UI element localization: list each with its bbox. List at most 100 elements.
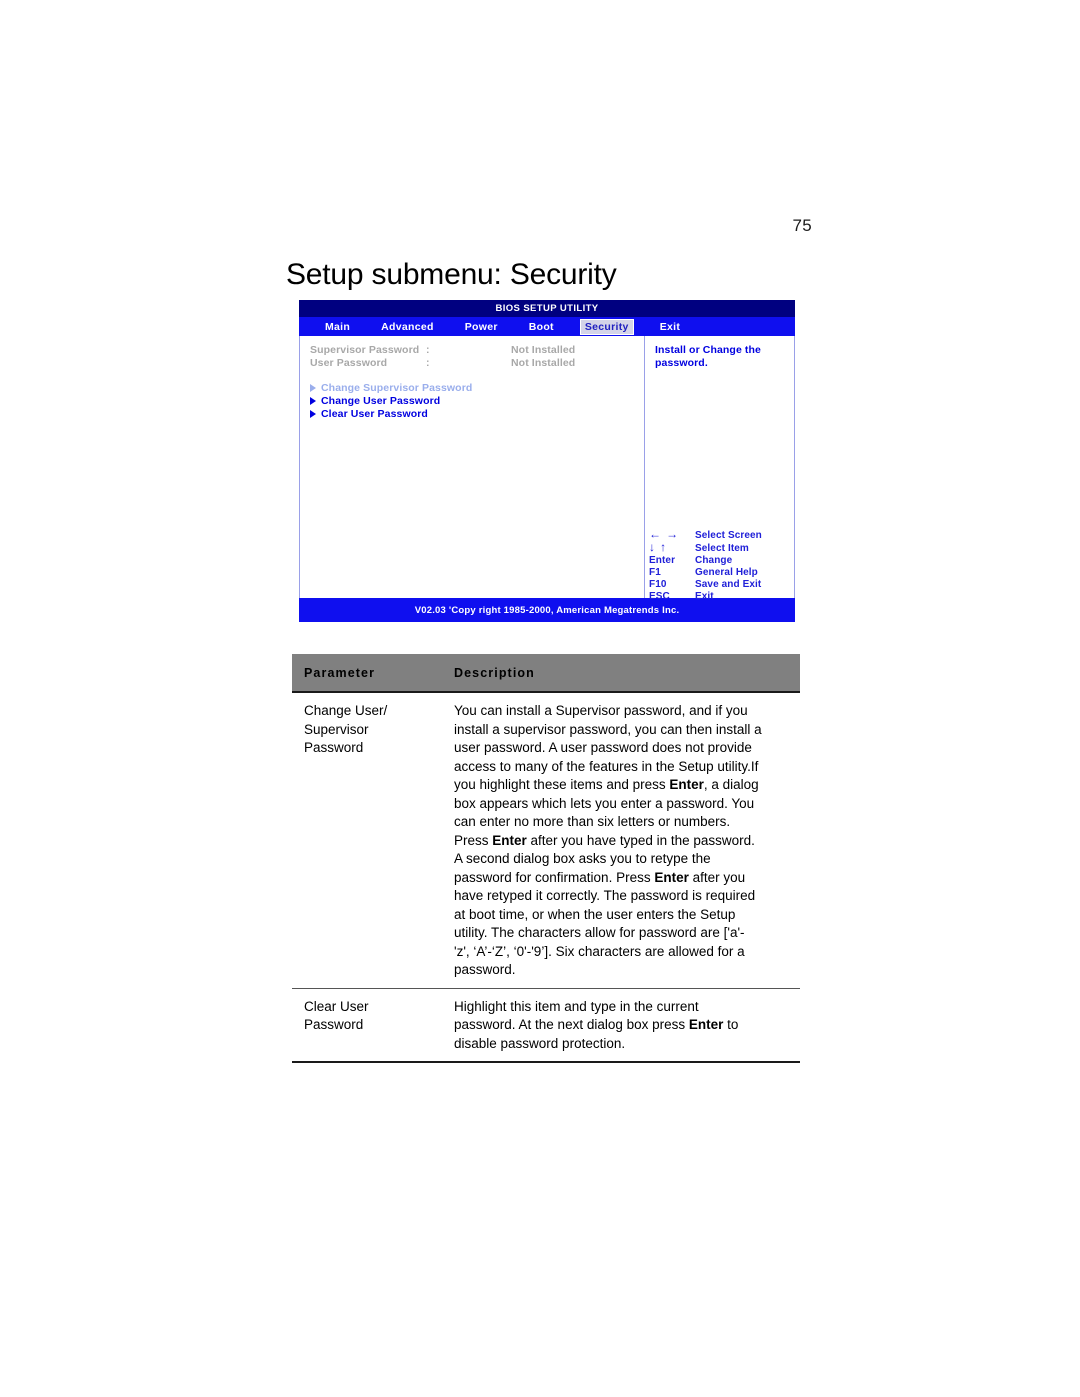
parameter-line: Password (304, 740, 364, 755)
bios-legend-row: F1 General Help (649, 567, 795, 579)
bios-status-row: User Password: Not Installed (310, 357, 644, 370)
bios-tab-boot[interactable]: Boot (525, 320, 558, 334)
table-cell-description: You can install a Supervisor password, a… (448, 702, 800, 980)
table-cell-parameter: Change User/Supervisor Password (292, 702, 448, 980)
description-line: A second dialog box asks you to retype t… (454, 850, 796, 869)
bios-menu-entry-label: Change User Password (321, 395, 441, 407)
description-text: access to many of the features in the Se… (454, 758, 759, 774)
bios-settings-panel: Supervisor Password: Not Installed User Pa… (300, 336, 644, 598)
bios-status-row: Supervisor Password: Not Installed (310, 344, 644, 357)
page-number: 75 (792, 216, 812, 235)
description-text: , a dialog (703, 777, 759, 792)
description-line: disable password protection. (454, 1035, 796, 1054)
bios-tab-main[interactable]: Main (321, 320, 354, 334)
description-text: Press (454, 832, 493, 848)
description-line: at boot time, or when the user enters th… (454, 906, 796, 925)
triangle-right-icon (310, 410, 316, 418)
bios-help-line-1: Install or Change the (655, 344, 761, 356)
description-text: 'z', ‘A’-‘Z’, ‘0'-'9’]. Six characters a… (454, 943, 745, 959)
description-line: password. (454, 961, 796, 980)
bios-legend-description: Select Screen (695, 529, 762, 541)
description-text: after you have typed in the password. (526, 832, 755, 848)
bios-tab-advanced[interactable]: Advanced (377, 320, 438, 334)
description-text: A second dialog box asks you to retype t… (454, 851, 711, 866)
arrow-keys-icon: ← → (649, 527, 695, 542)
bios-legend-row: ↓ ↑ Select Item (649, 540, 795, 555)
description-line: password for confirmation. Press Enter a… (454, 869, 796, 888)
description-line: have retyped it correctly. The password … (454, 887, 796, 906)
bios-menu-bar[interactable]: Main Advanced Power Boot Security Exit (299, 317, 795, 336)
table-header-row: Parameter Description (292, 654, 800, 693)
description-line: user password. A user password does not … (454, 739, 796, 758)
bios-menu-item-list[interactable]: Change Supervisor Password Change User Pa… (310, 382, 644, 420)
description-line: can enter no more than six letters or nu… (454, 813, 796, 832)
bios-tab-power[interactable]: Power (461, 320, 502, 334)
description-line: You can install a Supervisor password, a… (454, 702, 796, 721)
triangle-right-icon (310, 384, 316, 392)
description-line: Highlight this item and type in the curr… (454, 998, 796, 1017)
description-text: password for confirmation. Press (454, 869, 655, 885)
description-text: you highlight these items and press (454, 777, 670, 792)
arrow-icon: ← (649, 527, 662, 541)
bios-legend-row: Enter Change (649, 555, 795, 567)
description-text: to (723, 1017, 739, 1032)
bios-legend-description: Select Item (695, 542, 749, 554)
description-text: password. (454, 962, 516, 977)
description-line: password. At the next dialog box press E… (454, 1016, 796, 1035)
table-header-parameter: Parameter (304, 665, 376, 680)
description-text: utility. The characters allow for passwo… (454, 925, 745, 940)
description-text: have retyped it correctly. The password … (454, 888, 756, 903)
bios-status-label: Supervisor Password (310, 344, 420, 356)
bios-legend-description: Save and Exit (695, 579, 762, 590)
description-text: after you (688, 869, 746, 885)
bios-status-list: Supervisor Password: Not Installed User Pa… (310, 344, 644, 370)
bios-legend-description: General Help (695, 567, 758, 578)
bios-menu-entry[interactable]: Change User Password (310, 395, 644, 407)
bios-status-value: Not Installed (511, 344, 576, 356)
description-text: at boot time, or when the user enters th… (454, 906, 736, 922)
arrow-icon: → (666, 527, 679, 541)
arrow-keys-icon: ↓ ↑ (649, 540, 695, 555)
bios-legend-key: F1 (649, 567, 661, 578)
bios-tab-security[interactable]: Security (580, 319, 633, 334)
page-title: Setup submenu: Security (286, 258, 617, 291)
description-line: Press Enter after you have typed in the … (454, 832, 796, 851)
bios-status-colon: : (426, 344, 430, 356)
bios-menu-entry-label: Change Supervisor Password (321, 382, 473, 394)
description-emphasis: Enter (654, 869, 689, 885)
bios-tab-exit[interactable]: Exit (656, 320, 684, 334)
bios-help-panel: Install or Change the password. ← → Select… (645, 336, 795, 602)
description-text: box appears which lets you enter a passw… (454, 795, 755, 811)
description-line: utility. The characters allow for passwo… (454, 924, 796, 943)
bios-menu-entry: Change Supervisor Password (310, 382, 644, 394)
bios-legend-row: ESC Exit (649, 591, 795, 603)
bios-body: Supervisor Password: Not Installed User Pa… (299, 336, 795, 602)
description-line: install a supervisor password, you can t… (454, 721, 796, 740)
bios-menu-entry-label: Clear User Password (321, 408, 428, 420)
bios-status-value: Not Installed (511, 357, 576, 369)
table-row: Change User/Supervisor Password You can in… (292, 693, 800, 989)
table-header-description: Description (454, 665, 535, 680)
description-text: install a supervisor password, you can t… (454, 721, 762, 737)
description-emphasis: Enter (669, 777, 704, 792)
table-row: Clear User Password Highlight this item an… (292, 989, 800, 1062)
arrow-icon: ↓ (649, 540, 656, 554)
bios-copyright-text: V02.03 'Copy right 1985-2000, American M… (414, 604, 680, 616)
description-text: can enter no more than six letters or nu… (454, 814, 731, 829)
description-line: access to many of the features in the Se… (454, 758, 796, 777)
bios-legend-row: F10 Save and Exit (649, 579, 795, 591)
parameter-line: Supervisor (304, 721, 369, 737)
bios-legend-row: ← → Select Screen (649, 527, 795, 542)
bios-menu-entry[interactable]: Clear User Password (310, 408, 644, 420)
description-line: you highlight these items and press Ente… (454, 776, 796, 795)
bios-status-label: User Password (310, 357, 388, 369)
bios-title-bar: BIOS SETUP UTILITY (299, 300, 795, 317)
bios-title-text: BIOS SETUP UTILITY (495, 303, 599, 314)
parameter-line: Clear User (304, 998, 369, 1014)
bios-legend-description: Change (695, 555, 733, 566)
arrow-icon: ↑ (660, 540, 667, 554)
bios-help-line-2: password. (655, 357, 708, 369)
bios-legend-key: Enter (649, 555, 676, 566)
bios-help-text: Install or Change the password. (655, 344, 787, 370)
bios-legend-key: ESC (649, 591, 670, 602)
